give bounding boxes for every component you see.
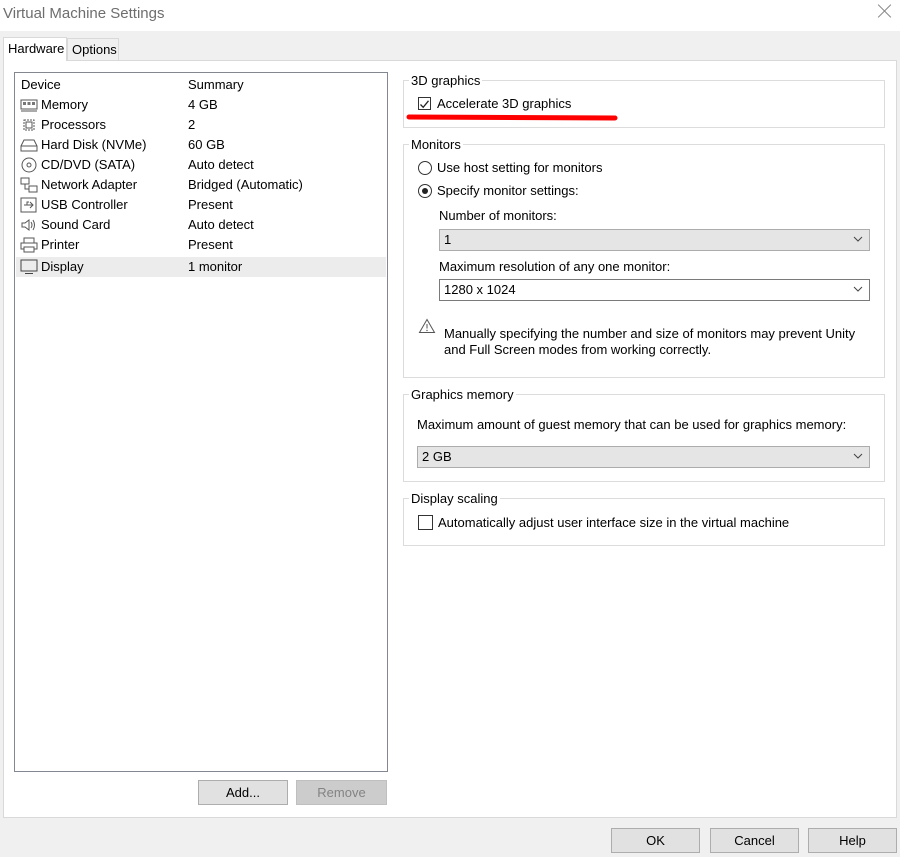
display-icon [20,259,38,274]
max-resolution-label: Maximum resolution of any one monitor: [439,259,671,274]
group-graphics-memory: Graphics memory [403,387,885,482]
sound-icon [21,219,35,231]
device-summary: 4 GB [188,97,218,112]
group-legend-monitors: Monitors [409,137,463,152]
specify-monitors-radio[interactable] [418,184,432,198]
select-value: 1 [444,232,452,247]
specify-monitors-label[interactable]: Specify monitor settings: [437,183,579,198]
cd-dvd-icon [21,157,37,173]
device-row-processors[interactable]: Processors 2 [16,115,386,135]
warning-text-line2: and Full Screen modes from working corre… [444,342,712,357]
red-highlight-underline [406,114,618,121]
tab-options[interactable]: Options [67,38,119,60]
device-row-cd-dvd[interactable]: CD/DVD (SATA) Auto detect [16,155,386,175]
number-of-monitors-label: Number of monitors: [439,208,557,223]
hard-disk-icon [20,139,38,152]
device-summary: Bridged (Automatic) [188,177,303,192]
close-icon[interactable] [876,2,894,20]
checkmark-icon [420,100,430,109]
tab-hardware[interactable]: Hardware [3,37,67,61]
accelerate-3d-label[interactable]: Accelerate 3D graphics [437,96,571,111]
device-summary: Auto detect [188,157,254,172]
device-name: Network Adapter [41,177,138,192]
select-value: 2 GB [422,449,452,464]
device-row-printer[interactable]: Printer Present [16,235,386,255]
column-header-device[interactable]: Device [21,77,61,92]
chevron-down-icon [853,236,863,242]
group-legend-graphics-memory: Graphics memory [409,387,516,402]
device-name: Memory [41,97,88,112]
device-name: Printer [41,237,80,252]
chevron-down-icon [853,453,863,459]
device-row-hard-disk[interactable]: Hard Disk (NVMe) 60 GB [16,135,386,155]
select-value: 1280 x 1024 [444,282,516,297]
device-list-header: Device Summary [15,77,387,97]
network-icon [20,177,38,193]
printer-icon [20,237,38,253]
device-row-memory[interactable]: Memory 4 GB [16,95,386,115]
device-summary: 2 [188,117,196,132]
device-name: Processors [41,117,107,132]
accelerate-3d-checkbox[interactable] [418,97,431,110]
warning-text-line1: Manually specifying the number and size … [444,326,856,341]
group-legend-3d-graphics: 3D graphics [409,73,483,88]
column-header-summary[interactable]: Summary [188,77,244,92]
usb-icon [20,197,37,213]
graphics-memory-select[interactable]: 2 GB [417,446,870,468]
add-button[interactable]: Add... [198,780,288,805]
use-host-monitors-label[interactable]: Use host setting for monitors [437,160,602,175]
chevron-down-icon [853,286,863,292]
use-host-monitors-radio[interactable] [418,161,432,175]
device-name: CD/DVD (SATA) [41,157,136,172]
help-button[interactable]: Help [808,828,897,853]
device-summary: Present [188,197,233,212]
device-summary: Auto detect [188,217,254,232]
radio-selected-dot [422,188,428,194]
auto-adjust-ui-checkbox[interactable] [418,515,433,530]
device-name: Sound Card [41,217,111,232]
max-resolution-select[interactable]: 1280 x 1024 [439,279,870,301]
device-row-sound[interactable]: Sound Card Auto detect [16,215,386,235]
processor-icon [23,119,35,131]
group-legend-display-scaling: Display scaling [409,491,500,506]
device-name: USB Controller [41,197,128,212]
device-list[interactable]: Device Summary Memory 4 GB Processors 2 … [14,72,388,772]
remove-button[interactable]: Remove [296,780,387,805]
ok-button[interactable]: OK [611,828,700,853]
number-of-monitors-select[interactable]: 1 [439,229,870,251]
device-summary: Present [188,237,233,252]
device-name: Display [41,259,84,274]
device-summary: 60 GB [188,137,225,152]
device-row-display[interactable]: Display 1 monitor [16,257,386,277]
device-row-usb[interactable]: USB Controller Present [16,195,386,215]
window-title: Virtual Machine Settings [3,5,165,22]
cancel-button[interactable]: Cancel [710,828,799,853]
device-summary: 1 monitor [188,259,243,274]
warning-icon [418,318,436,333]
device-row-network[interactable]: Network Adapter Bridged (Automatic) [16,175,386,195]
memory-icon [20,99,38,112]
graphics-memory-description: Maximum amount of guest memory that can … [417,417,847,432]
device-name: Hard Disk (NVMe) [41,137,147,152]
auto-adjust-ui-label[interactable]: Automatically adjust user interface size… [438,515,789,530]
